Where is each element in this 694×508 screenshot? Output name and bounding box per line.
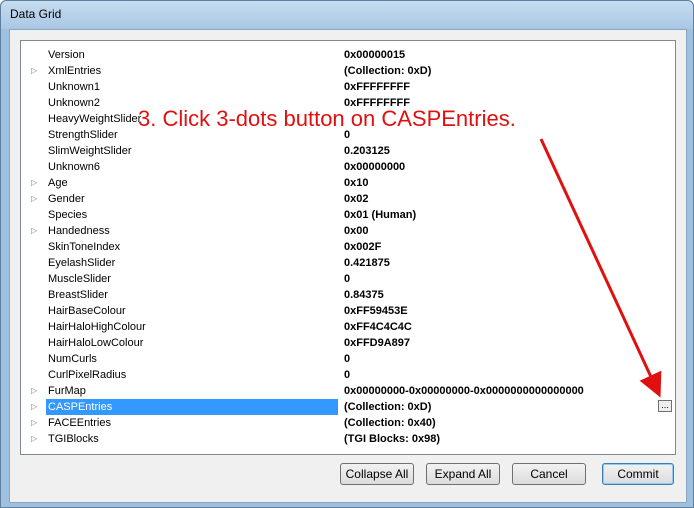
commit-button[interactable]: Commit [602,463,674,485]
dialog-client-area: Version 0x00000015 ▷ XmlEntries (Collection:… [9,29,687,503]
property-name: Unknown2 [48,97,100,109]
property-rows: Version 0x00000015 ▷ XmlEntries (Collection:… [21,47,675,447]
property-name: FACEEntries [48,417,111,429]
table-row[interactable]: ▷ CASPEntries (Collection: 0xD)... [21,399,675,415]
table-row[interactable]: HairHaloHighColour 0xFF4C4C4C [21,319,675,335]
window-title: Data Grid [10,7,62,21]
property-value[interactable]: 0xFFFFFFFF [344,79,674,95]
property-name: HairHaloHighColour [48,321,146,333]
property-name: SlimWeightSlider [48,145,132,157]
property-value[interactable]: 0x01 (Human) [344,207,674,223]
expand-triangle-icon[interactable]: ▷ [31,399,41,415]
property-name: Version [48,49,85,61]
property-value[interactable]: 0xFF4C4C4C [344,319,674,335]
property-value[interactable]: 0xFF59453E [344,303,674,319]
property-name: Unknown1 [48,81,100,93]
property-name: StrengthSlider [48,129,118,141]
property-value[interactable]: 0xFFFFFFFF [344,95,674,111]
property-value[interactable]: 0x002F [344,239,674,255]
table-row[interactable]: ▷ XmlEntries (Collection: 0xD) [21,63,675,79]
property-value[interactable]: 0 [344,127,674,143]
table-row[interactable]: ▷ FurMap 0x00000000-0x00000000-0x000000000… [21,383,675,399]
property-value[interactable]: 0x00000000-0x00000000-0x0000000000000000 [344,383,674,399]
property-value[interactable]: 0.203125 [344,143,674,159]
expand-all-button[interactable]: Expand All [426,463,500,485]
property-name: NumCurls [48,353,97,365]
table-row[interactable]: ▷ FACEEntries (Collection: 0x40) [21,415,675,431]
property-name: HairHaloLowColour [48,337,144,349]
property-value[interactable]: 0xFFD9A897 [344,335,674,351]
title-bar[interactable]: Data Grid [1,1,693,29]
table-row[interactable]: StrengthSlider 0 [21,127,675,143]
property-name: BreastSlider [48,289,108,301]
property-value[interactable]: 0 [344,271,674,287]
ellipsis-button[interactable]: ... [658,400,672,412]
property-value[interactable]: 0 [344,367,674,383]
property-value[interactable]: 0x02 [344,191,674,207]
property-value[interactable]: 0.84375 [344,287,674,303]
table-row[interactable]: HairBaseColour 0xFF59453E [21,303,675,319]
property-name: HeavyWeightSlider [48,113,142,125]
property-name: Age [48,177,68,189]
property-name: Unknown6 [48,161,100,173]
table-row[interactable]: ▷ TGIBlocks (TGI Blocks: 0x98) [21,431,675,447]
table-row[interactable]: Unknown2 0xFFFFFFFF [21,95,675,111]
property-value[interactable]: 0x10 [344,175,674,191]
property-value[interactable]: 0x00 [344,223,674,239]
property-value[interactable]: (Collection: 0xD) [344,63,674,79]
table-row[interactable]: Unknown6 0x00000000 [21,159,675,175]
expand-triangle-icon[interactable]: ▷ [31,191,41,207]
property-name: CASPEntries [46,399,338,415]
table-row[interactable]: HeavyWeightSlider [21,111,675,127]
property-name: FurMap [48,385,86,397]
property-name: HairBaseColour [48,305,126,317]
collapse-all-button[interactable]: Collapse All [340,463,414,485]
table-row[interactable]: ▷ Gender 0x02 [21,191,675,207]
property-grid[interactable]: Version 0x00000015 ▷ XmlEntries (Collection:… [20,40,676,455]
data-grid-window: Data Grid Version 0x00000015 ▷ XmlEntries (C… [0,0,694,508]
property-value[interactable]: 0.421875 [344,255,674,271]
property-name: SkinToneIndex [48,241,121,253]
cancel-button[interactable]: Cancel [512,463,586,485]
expand-triangle-icon[interactable]: ▷ [31,175,41,191]
expand-triangle-icon[interactable]: ▷ [31,431,41,447]
property-value[interactable]: 0x00000015 [344,47,674,63]
table-row[interactable]: SkinToneIndex 0x002F [21,239,675,255]
property-value[interactable]: (TGI Blocks: 0x98) [344,431,674,447]
table-row[interactable]: HairHaloLowColour 0xFFD9A897 [21,335,675,351]
table-row[interactable]: MuscleSlider 0 [21,271,675,287]
table-row[interactable]: Version 0x00000015 [21,47,675,63]
expand-triangle-icon[interactable]: ▷ [31,223,41,239]
table-row[interactable]: Unknown1 0xFFFFFFFF [21,79,675,95]
property-name: MuscleSlider [48,273,111,285]
property-name: EyelashSlider [48,257,116,269]
table-row[interactable]: Species 0x01 (Human) [21,207,675,223]
property-name: Species [48,209,88,221]
property-name: TGIBlocks [48,433,99,445]
property-name: Handedness [48,225,110,237]
table-row[interactable]: SlimWeightSlider 0.203125 [21,143,675,159]
property-value[interactable]: (Collection: 0x40) [344,415,674,431]
property-name: XmlEntries [48,65,102,77]
property-value[interactable]: 0x00000000 [344,159,674,175]
property-name: CurlPixelRadius [48,369,127,381]
table-row[interactable]: BreastSlider 0.84375 [21,287,675,303]
table-row[interactable]: EyelashSlider 0.421875 [21,255,675,271]
property-value[interactable]: 0 [344,351,674,367]
expand-triangle-icon[interactable]: ▷ [31,415,41,431]
property-value[interactable]: (Collection: 0xD) [344,399,674,415]
expand-triangle-icon[interactable]: ▷ [31,63,41,79]
table-row[interactable]: CurlPixelRadius 0 [21,367,675,383]
table-row[interactable]: ▷ Handedness 0x00 [21,223,675,239]
expand-triangle-icon[interactable]: ▷ [31,383,41,399]
property-name: Gender [48,193,85,205]
table-row[interactable]: NumCurls 0 [21,351,675,367]
table-row[interactable]: ▷ Age 0x10 [21,175,675,191]
